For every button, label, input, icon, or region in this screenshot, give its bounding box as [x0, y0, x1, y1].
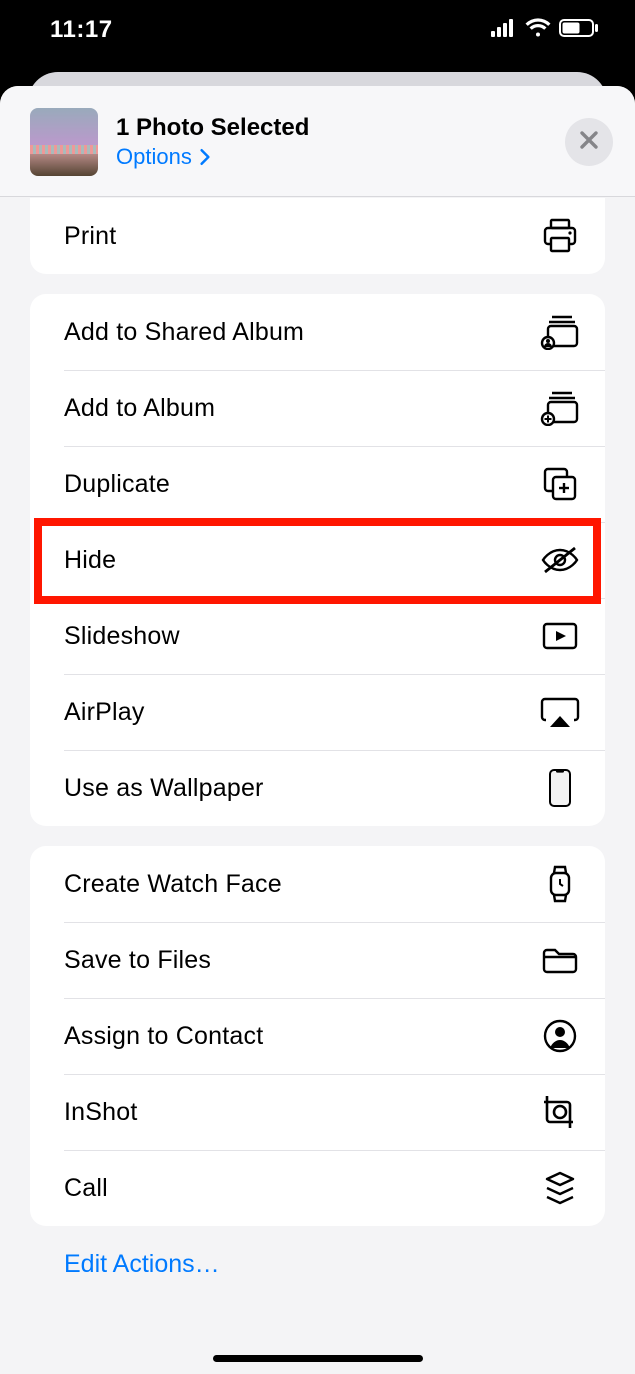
action-label: Save to Files — [64, 946, 539, 975]
header-text: 1 Photo Selected Options — [116, 114, 565, 170]
status-time: 11:17 — [50, 16, 113, 44]
airplay-icon — [539, 691, 581, 733]
status-icons — [491, 18, 599, 43]
options-button[interactable]: Options — [116, 144, 212, 170]
duplicate-icon — [539, 463, 581, 505]
action-label: InShot — [64, 1098, 539, 1127]
edit-actions-button[interactable]: Edit Actions… — [30, 1226, 605, 1303]
action-slideshow[interactable]: Slideshow — [30, 598, 605, 674]
slideshow-icon — [539, 615, 581, 657]
action-save-files[interactable]: Save to Files — [30, 922, 605, 998]
action-inshot[interactable]: InShot — [30, 1074, 605, 1150]
action-label: Assign to Contact — [64, 1022, 539, 1051]
selection-title: 1 Photo Selected — [116, 114, 565, 142]
action-label: Use as Wallpaper — [64, 774, 539, 803]
action-group: Add to Shared Album Add to Album Duplica… — [30, 294, 605, 826]
action-call[interactable]: Call — [30, 1150, 605, 1226]
selection-thumbnail — [30, 108, 98, 176]
action-assign-contact[interactable]: Assign to Contact — [30, 998, 605, 1074]
contact-icon — [539, 1015, 581, 1057]
share-sheet: 1 Photo Selected Options Print — [0, 86, 635, 1374]
action-label: Duplicate — [64, 470, 539, 499]
status-bar: 11:17 — [0, 0, 635, 60]
options-label: Options — [116, 144, 192, 170]
close-button[interactable] — [565, 118, 613, 166]
action-label: Add to Shared Album — [64, 318, 539, 347]
action-label: Hide — [64, 546, 539, 575]
action-label: Create Watch Face — [64, 870, 539, 899]
close-icon — [578, 129, 600, 156]
action-add-shared-album[interactable]: Add to Shared Album — [30, 294, 605, 370]
add-album-icon — [539, 387, 581, 429]
sheet-header: 1 Photo Selected Options — [0, 86, 635, 197]
folder-icon — [539, 939, 581, 981]
actions-scroll[interactable]: Print Add to Shared Album Add to Album — [0, 198, 635, 1374]
shared-album-icon — [539, 311, 581, 353]
action-label: Call — [64, 1174, 539, 1203]
action-wallpaper[interactable]: Use as Wallpaper — [30, 750, 605, 826]
wallpaper-icon — [539, 767, 581, 809]
cellular-icon — [491, 19, 517, 42]
call-stack-icon — [539, 1167, 581, 1209]
edit-actions-label: Edit Actions… — [64, 1250, 220, 1278]
battery-icon — [559, 19, 599, 42]
print-icon — [539, 215, 581, 257]
watch-icon — [539, 863, 581, 905]
hide-icon — [539, 539, 581, 581]
action-label: Print — [64, 222, 539, 251]
action-airplay[interactable]: AirPlay — [30, 674, 605, 750]
home-indicator[interactable] — [213, 1355, 423, 1362]
action-group: Create Watch Face Save to Files Assign t… — [30, 846, 605, 1226]
action-print[interactable]: Print — [30, 198, 605, 274]
action-label: Slideshow — [64, 622, 539, 651]
wifi-icon — [525, 18, 551, 43]
action-hide[interactable]: Hide — [30, 522, 605, 598]
inshot-icon — [539, 1091, 581, 1133]
action-watch-face[interactable]: Create Watch Face — [30, 846, 605, 922]
action-duplicate[interactable]: Duplicate — [30, 446, 605, 522]
action-add-album[interactable]: Add to Album — [30, 370, 605, 446]
action-label: Add to Album — [64, 394, 539, 423]
action-group: Print — [30, 198, 605, 274]
action-label: AirPlay — [64, 698, 539, 727]
